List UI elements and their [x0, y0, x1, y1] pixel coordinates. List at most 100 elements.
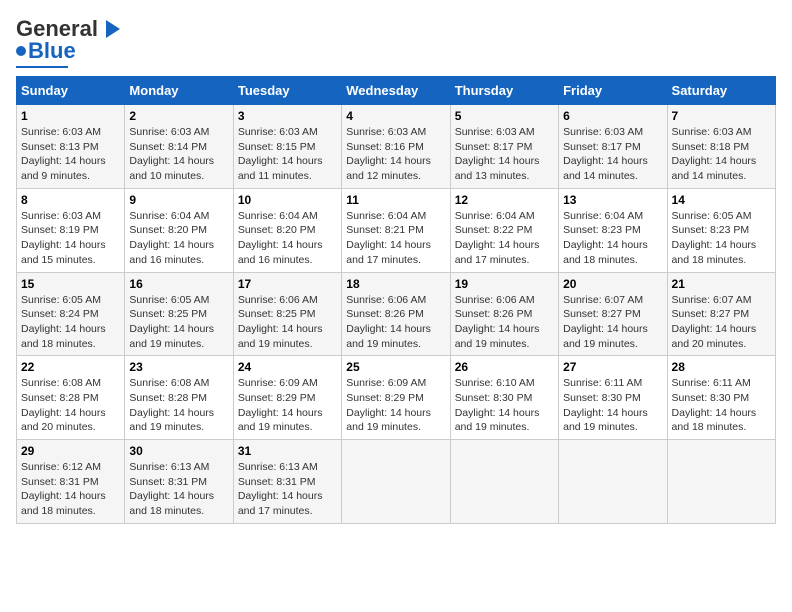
day-number: 16 — [129, 277, 228, 291]
calendar-cell: 22 Sunrise: 6:08 AM Sunset: 8:28 PM Dayl… — [17, 356, 125, 440]
header-thursday: Thursday — [450, 77, 558, 105]
calendar-cell: 25 Sunrise: 6:09 AM Sunset: 8:29 PM Dayl… — [342, 356, 450, 440]
day-info: Sunrise: 6:09 AM Sunset: 8:29 PM Dayligh… — [238, 376, 337, 435]
calendar-cell: 24 Sunrise: 6:09 AM Sunset: 8:29 PM Dayl… — [233, 356, 341, 440]
week-row-2: 8 Sunrise: 6:03 AM Sunset: 8:19 PM Dayli… — [17, 188, 776, 272]
calendar-cell: 6 Sunrise: 6:03 AM Sunset: 8:17 PM Dayli… — [559, 105, 667, 189]
day-number: 1 — [21, 109, 120, 123]
day-number: 5 — [455, 109, 554, 123]
day-number: 26 — [455, 360, 554, 374]
calendar-cell: 4 Sunrise: 6:03 AM Sunset: 8:16 PM Dayli… — [342, 105, 450, 189]
day-number: 30 — [129, 444, 228, 458]
calendar-cell: 23 Sunrise: 6:08 AM Sunset: 8:28 PM Dayl… — [125, 356, 233, 440]
day-number: 6 — [563, 109, 662, 123]
calendar-cell: 15 Sunrise: 6:05 AM Sunset: 8:24 PM Dayl… — [17, 272, 125, 356]
calendar-cell: 5 Sunrise: 6:03 AM Sunset: 8:17 PM Dayli… — [450, 105, 558, 189]
calendar-table: SundayMondayTuesdayWednesdayThursdayFrid… — [16, 76, 776, 524]
calendar-cell — [342, 440, 450, 524]
day-info: Sunrise: 6:03 AM Sunset: 8:19 PM Dayligh… — [21, 209, 120, 268]
day-info: Sunrise: 6:09 AM Sunset: 8:29 PM Dayligh… — [346, 376, 445, 435]
calendar-cell: 1 Sunrise: 6:03 AM Sunset: 8:13 PM Dayli… — [17, 105, 125, 189]
calendar-header-row: SundayMondayTuesdayWednesdayThursdayFrid… — [17, 77, 776, 105]
day-info: Sunrise: 6:05 AM Sunset: 8:24 PM Dayligh… — [21, 293, 120, 352]
day-number: 14 — [672, 193, 771, 207]
day-info: Sunrise: 6:03 AM Sunset: 8:15 PM Dayligh… — [238, 125, 337, 184]
day-info: Sunrise: 6:05 AM Sunset: 8:25 PM Dayligh… — [129, 293, 228, 352]
calendar-cell: 13 Sunrise: 6:04 AM Sunset: 8:23 PM Dayl… — [559, 188, 667, 272]
day-number: 10 — [238, 193, 337, 207]
calendar-cell — [667, 440, 775, 524]
day-number: 17 — [238, 277, 337, 291]
day-number: 29 — [21, 444, 120, 458]
calendar-cell: 8 Sunrise: 6:03 AM Sunset: 8:19 PM Dayli… — [17, 188, 125, 272]
day-number: 12 — [455, 193, 554, 207]
calendar-cell: 2 Sunrise: 6:03 AM Sunset: 8:14 PM Dayli… — [125, 105, 233, 189]
day-info: Sunrise: 6:07 AM Sunset: 8:27 PM Dayligh… — [563, 293, 662, 352]
calendar-cell: 10 Sunrise: 6:04 AM Sunset: 8:20 PM Dayl… — [233, 188, 341, 272]
calendar-cell: 28 Sunrise: 6:11 AM Sunset: 8:30 PM Dayl… — [667, 356, 775, 440]
day-info: Sunrise: 6:11 AM Sunset: 8:30 PM Dayligh… — [672, 376, 771, 435]
day-info: Sunrise: 6:03 AM Sunset: 8:17 PM Dayligh… — [563, 125, 662, 184]
logo-dot — [16, 46, 26, 56]
day-info: Sunrise: 6:04 AM Sunset: 8:20 PM Dayligh… — [129, 209, 228, 268]
calendar-cell: 9 Sunrise: 6:04 AM Sunset: 8:20 PM Dayli… — [125, 188, 233, 272]
day-number: 31 — [238, 444, 337, 458]
day-number: 15 — [21, 277, 120, 291]
day-number: 18 — [346, 277, 445, 291]
day-number: 20 — [563, 277, 662, 291]
day-number: 22 — [21, 360, 120, 374]
header-saturday: Saturday — [667, 77, 775, 105]
day-info: Sunrise: 6:07 AM Sunset: 8:27 PM Dayligh… — [672, 293, 771, 352]
day-info: Sunrise: 6:06 AM Sunset: 8:26 PM Dayligh… — [455, 293, 554, 352]
calendar-cell: 18 Sunrise: 6:06 AM Sunset: 8:26 PM Dayl… — [342, 272, 450, 356]
logo: General Blue — [16, 16, 122, 68]
logo-icon — [100, 18, 122, 40]
header-tuesday: Tuesday — [233, 77, 341, 105]
calendar-cell: 31 Sunrise: 6:13 AM Sunset: 8:31 PM Dayl… — [233, 440, 341, 524]
calendar-body: 1 Sunrise: 6:03 AM Sunset: 8:13 PM Dayli… — [17, 105, 776, 524]
day-info: Sunrise: 6:05 AM Sunset: 8:23 PM Dayligh… — [672, 209, 771, 268]
calendar-cell: 26 Sunrise: 6:10 AM Sunset: 8:30 PM Dayl… — [450, 356, 558, 440]
day-number: 25 — [346, 360, 445, 374]
calendar-cell: 7 Sunrise: 6:03 AM Sunset: 8:18 PM Dayli… — [667, 105, 775, 189]
calendar-cell: 16 Sunrise: 6:05 AM Sunset: 8:25 PM Dayl… — [125, 272, 233, 356]
page-header: General Blue — [16, 16, 776, 68]
week-row-4: 22 Sunrise: 6:08 AM Sunset: 8:28 PM Dayl… — [17, 356, 776, 440]
day-number: 8 — [21, 193, 120, 207]
calendar-cell: 19 Sunrise: 6:06 AM Sunset: 8:26 PM Dayl… — [450, 272, 558, 356]
day-info: Sunrise: 6:13 AM Sunset: 8:31 PM Dayligh… — [129, 460, 228, 519]
header-wednesday: Wednesday — [342, 77, 450, 105]
day-info: Sunrise: 6:04 AM Sunset: 8:23 PM Dayligh… — [563, 209, 662, 268]
calendar-cell: 21 Sunrise: 6:07 AM Sunset: 8:27 PM Dayl… — [667, 272, 775, 356]
day-info: Sunrise: 6:13 AM Sunset: 8:31 PM Dayligh… — [238, 460, 337, 519]
day-info: Sunrise: 6:04 AM Sunset: 8:21 PM Dayligh… — [346, 209, 445, 268]
day-number: 9 — [129, 193, 228, 207]
day-info: Sunrise: 6:08 AM Sunset: 8:28 PM Dayligh… — [129, 376, 228, 435]
day-number: 28 — [672, 360, 771, 374]
day-info: Sunrise: 6:04 AM Sunset: 8:20 PM Dayligh… — [238, 209, 337, 268]
day-info: Sunrise: 6:04 AM Sunset: 8:22 PM Dayligh… — [455, 209, 554, 268]
day-info: Sunrise: 6:03 AM Sunset: 8:16 PM Dayligh… — [346, 125, 445, 184]
day-info: Sunrise: 6:03 AM Sunset: 8:18 PM Dayligh… — [672, 125, 771, 184]
day-number: 3 — [238, 109, 337, 123]
calendar-cell — [450, 440, 558, 524]
day-info: Sunrise: 6:12 AM Sunset: 8:31 PM Dayligh… — [21, 460, 120, 519]
day-info: Sunrise: 6:03 AM Sunset: 8:17 PM Dayligh… — [455, 125, 554, 184]
day-info: Sunrise: 6:06 AM Sunset: 8:26 PM Dayligh… — [346, 293, 445, 352]
calendar-cell: 27 Sunrise: 6:11 AM Sunset: 8:30 PM Dayl… — [559, 356, 667, 440]
day-info: Sunrise: 6:11 AM Sunset: 8:30 PM Dayligh… — [563, 376, 662, 435]
week-row-1: 1 Sunrise: 6:03 AM Sunset: 8:13 PM Dayli… — [17, 105, 776, 189]
calendar-cell: 29 Sunrise: 6:12 AM Sunset: 8:31 PM Dayl… — [17, 440, 125, 524]
week-row-3: 15 Sunrise: 6:05 AM Sunset: 8:24 PM Dayl… — [17, 272, 776, 356]
day-number: 7 — [672, 109, 771, 123]
day-info: Sunrise: 6:06 AM Sunset: 8:25 PM Dayligh… — [238, 293, 337, 352]
day-info: Sunrise: 6:10 AM Sunset: 8:30 PM Dayligh… — [455, 376, 554, 435]
day-number: 24 — [238, 360, 337, 374]
logo-blue: Blue — [28, 38, 76, 64]
day-number: 27 — [563, 360, 662, 374]
day-number: 2 — [129, 109, 228, 123]
day-info: Sunrise: 6:03 AM Sunset: 8:14 PM Dayligh… — [129, 125, 228, 184]
day-number: 19 — [455, 277, 554, 291]
day-info: Sunrise: 6:08 AM Sunset: 8:28 PM Dayligh… — [21, 376, 120, 435]
day-number: 23 — [129, 360, 228, 374]
